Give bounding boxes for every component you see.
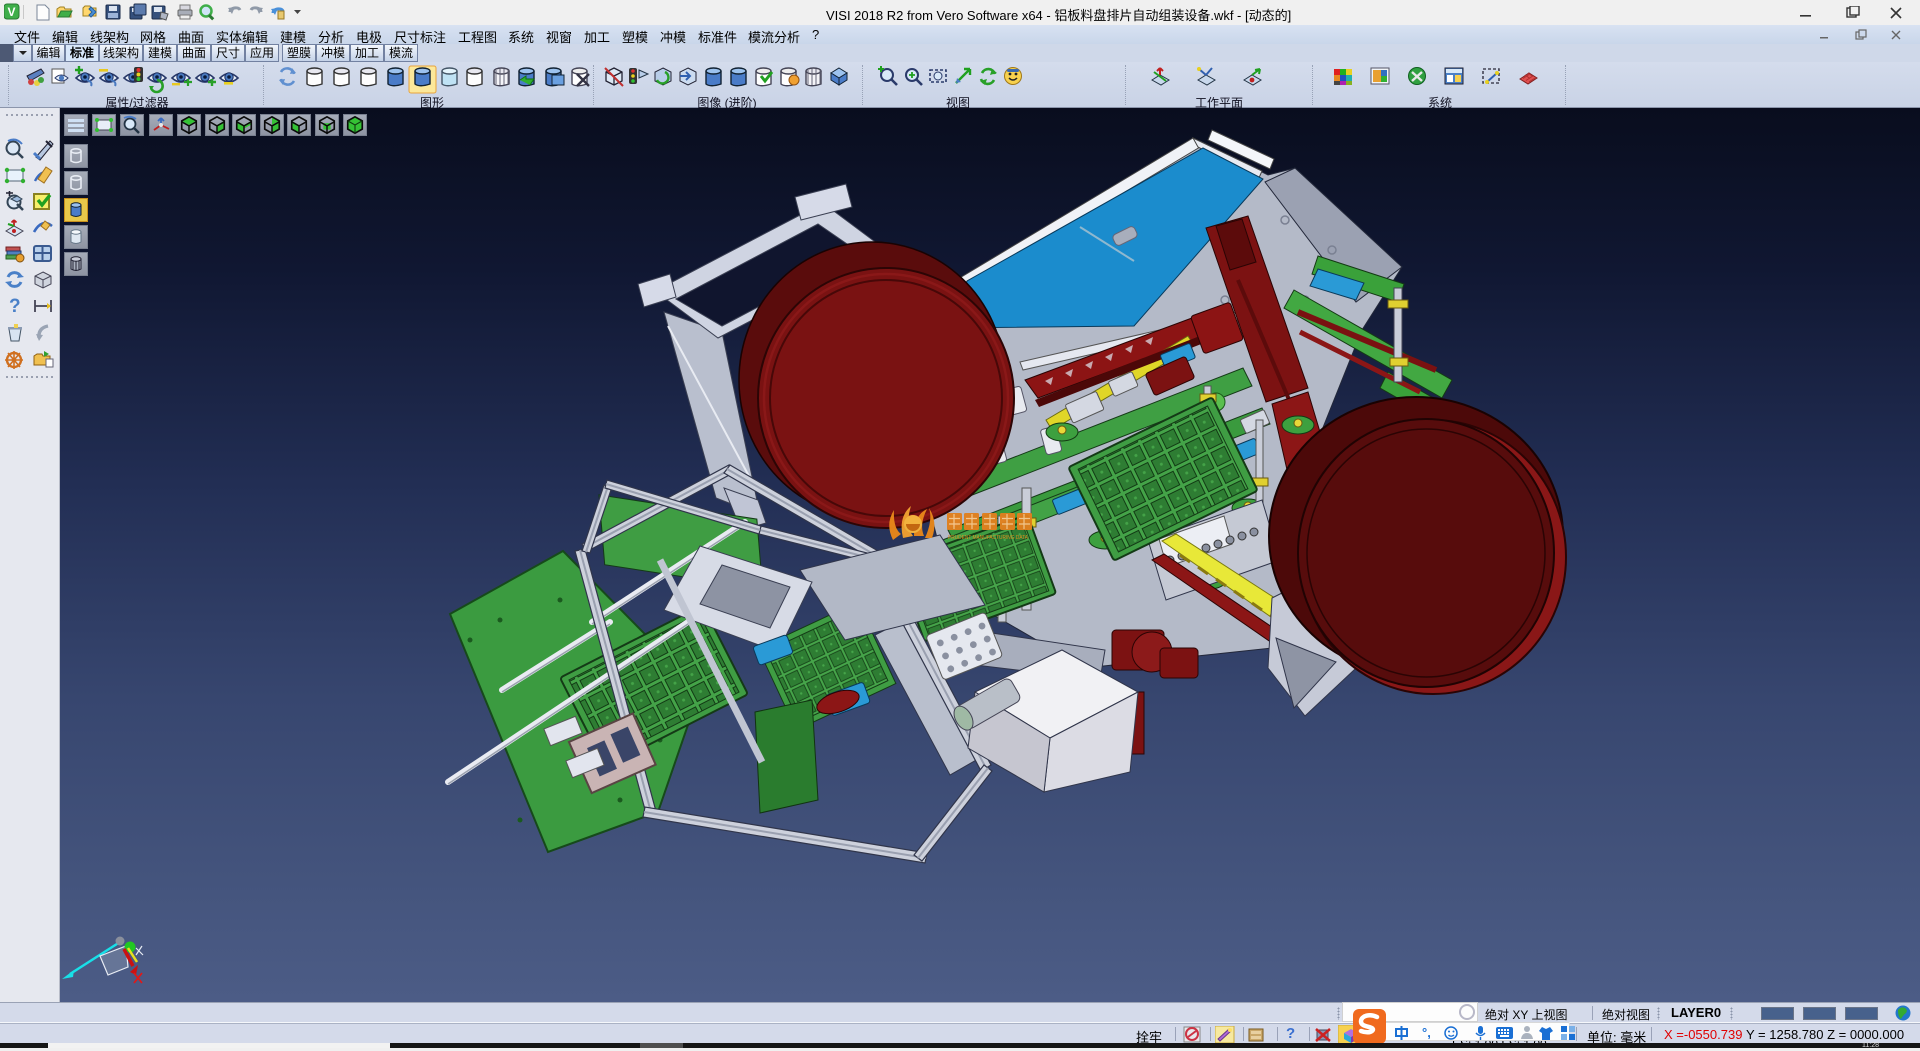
svg-text:?: ? xyxy=(9,296,21,317)
svg-text:V: V xyxy=(7,5,15,19)
svg-text:PRUDENT MANUFACTURING DATA: PRUDENT MANUFACTURING DATA xyxy=(948,535,1028,541)
